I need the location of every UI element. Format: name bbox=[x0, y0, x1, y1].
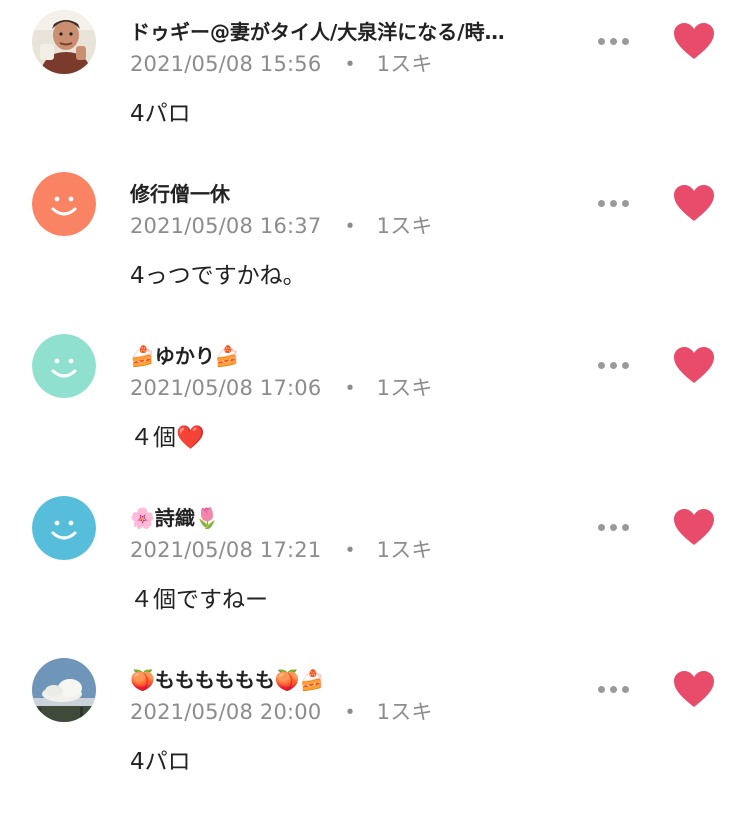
like-count[interactable]: 1スキ bbox=[377, 52, 433, 76]
user-avatar[interactable] bbox=[32, 496, 96, 560]
user-avatar[interactable] bbox=[32, 658, 96, 722]
meta-separator: ・ bbox=[339, 538, 361, 562]
heart-icon[interactable] bbox=[673, 184, 715, 222]
comment-author[interactable]: 🍰ゆかり🍰 bbox=[130, 340, 240, 369]
mint-smile-avatar-icon bbox=[32, 334, 96, 398]
comment-meta: 2021/05/08 15:56 ・ 1スキ bbox=[130, 48, 433, 78]
comment-meta: 2021/05/08 17:21 ・ 1スキ bbox=[130, 534, 433, 564]
heart-icon[interactable] bbox=[673, 22, 715, 60]
comment-meta: 2021/05/08 20:00 ・ 1スキ bbox=[130, 696, 433, 726]
orange-smile-avatar-icon bbox=[32, 172, 96, 236]
like-count[interactable]: 1スキ bbox=[377, 700, 433, 724]
comment-item: 🍑もももももも🍑🍰 2021/05/08 20:00 ・ 1スキ 4パロ bbox=[0, 652, 750, 814]
comment-text: ４個❤️ bbox=[130, 425, 205, 451]
meta-separator: ・ bbox=[339, 214, 361, 238]
comment-date: 2021/05/08 17:21 bbox=[130, 538, 322, 562]
meta-separator: ・ bbox=[339, 376, 361, 400]
meta-separator: ・ bbox=[339, 700, 361, 724]
comment-item: 🌸詩織🌷 2021/05/08 17:21 ・ 1スキ ４個ですねー bbox=[0, 490, 750, 652]
more-options-icon[interactable] bbox=[597, 194, 631, 214]
more-options-icon[interactable] bbox=[597, 32, 631, 52]
heart-icon[interactable] bbox=[673, 508, 715, 546]
comment-meta: 2021/05/08 16:37 ・ 1スキ bbox=[130, 210, 433, 240]
blue-smile-avatar-icon bbox=[32, 496, 96, 560]
comment-date: 2021/05/08 17:06 bbox=[130, 376, 322, 400]
heart-icon[interactable] bbox=[673, 346, 715, 384]
comment-text: 4っつですかね。 bbox=[130, 263, 306, 289]
sky-cloud-avatar-icon bbox=[32, 658, 96, 722]
more-options-icon[interactable] bbox=[597, 680, 631, 700]
comment-item: 修行僧一休 2021/05/08 16:37 ・ 1スキ 4っつですかね。 bbox=[0, 166, 750, 328]
comment-date: 2021/05/08 16:37 bbox=[130, 214, 322, 238]
like-count[interactable]: 1スキ bbox=[377, 376, 433, 400]
heart-icon[interactable] bbox=[673, 670, 715, 708]
comment-meta: 2021/05/08 17:06 ・ 1スキ bbox=[130, 372, 433, 402]
comment-author[interactable]: ドゥギー@妻がタイ人/大泉洋になる/時… bbox=[130, 16, 505, 45]
comment-author[interactable]: 修行僧一休 bbox=[130, 178, 230, 207]
comment-text: ４個ですねー bbox=[130, 587, 268, 613]
comment-date: 2021/05/08 20:00 bbox=[130, 700, 322, 724]
comment-text: 4パロ bbox=[130, 101, 191, 127]
comment-item: 🍰ゆかり🍰 2021/05/08 17:06 ・ 1スキ ４個❤️ bbox=[0, 328, 750, 490]
more-options-icon[interactable] bbox=[597, 356, 631, 376]
like-count[interactable]: 1スキ bbox=[377, 214, 433, 238]
comment-author[interactable]: 🌸詩織🌷 bbox=[130, 502, 220, 531]
photo-man-avatar-icon bbox=[32, 10, 96, 74]
meta-separator: ・ bbox=[339, 52, 361, 76]
like-count[interactable]: 1スキ bbox=[377, 538, 433, 562]
user-avatar[interactable] bbox=[32, 10, 96, 74]
user-avatar[interactable] bbox=[32, 334, 96, 398]
more-options-icon[interactable] bbox=[597, 518, 631, 538]
comment-item: ドゥギー@妻がタイ人/大泉洋になる/時… 2021/05/08 15:56 ・ 1ス… bbox=[0, 4, 750, 166]
comment-date: 2021/05/08 15:56 bbox=[130, 52, 322, 76]
comment-text: 4パロ bbox=[130, 749, 191, 775]
comment-author[interactable]: 🍑もももももも🍑🍰 bbox=[130, 664, 325, 693]
user-avatar[interactable] bbox=[32, 172, 96, 236]
